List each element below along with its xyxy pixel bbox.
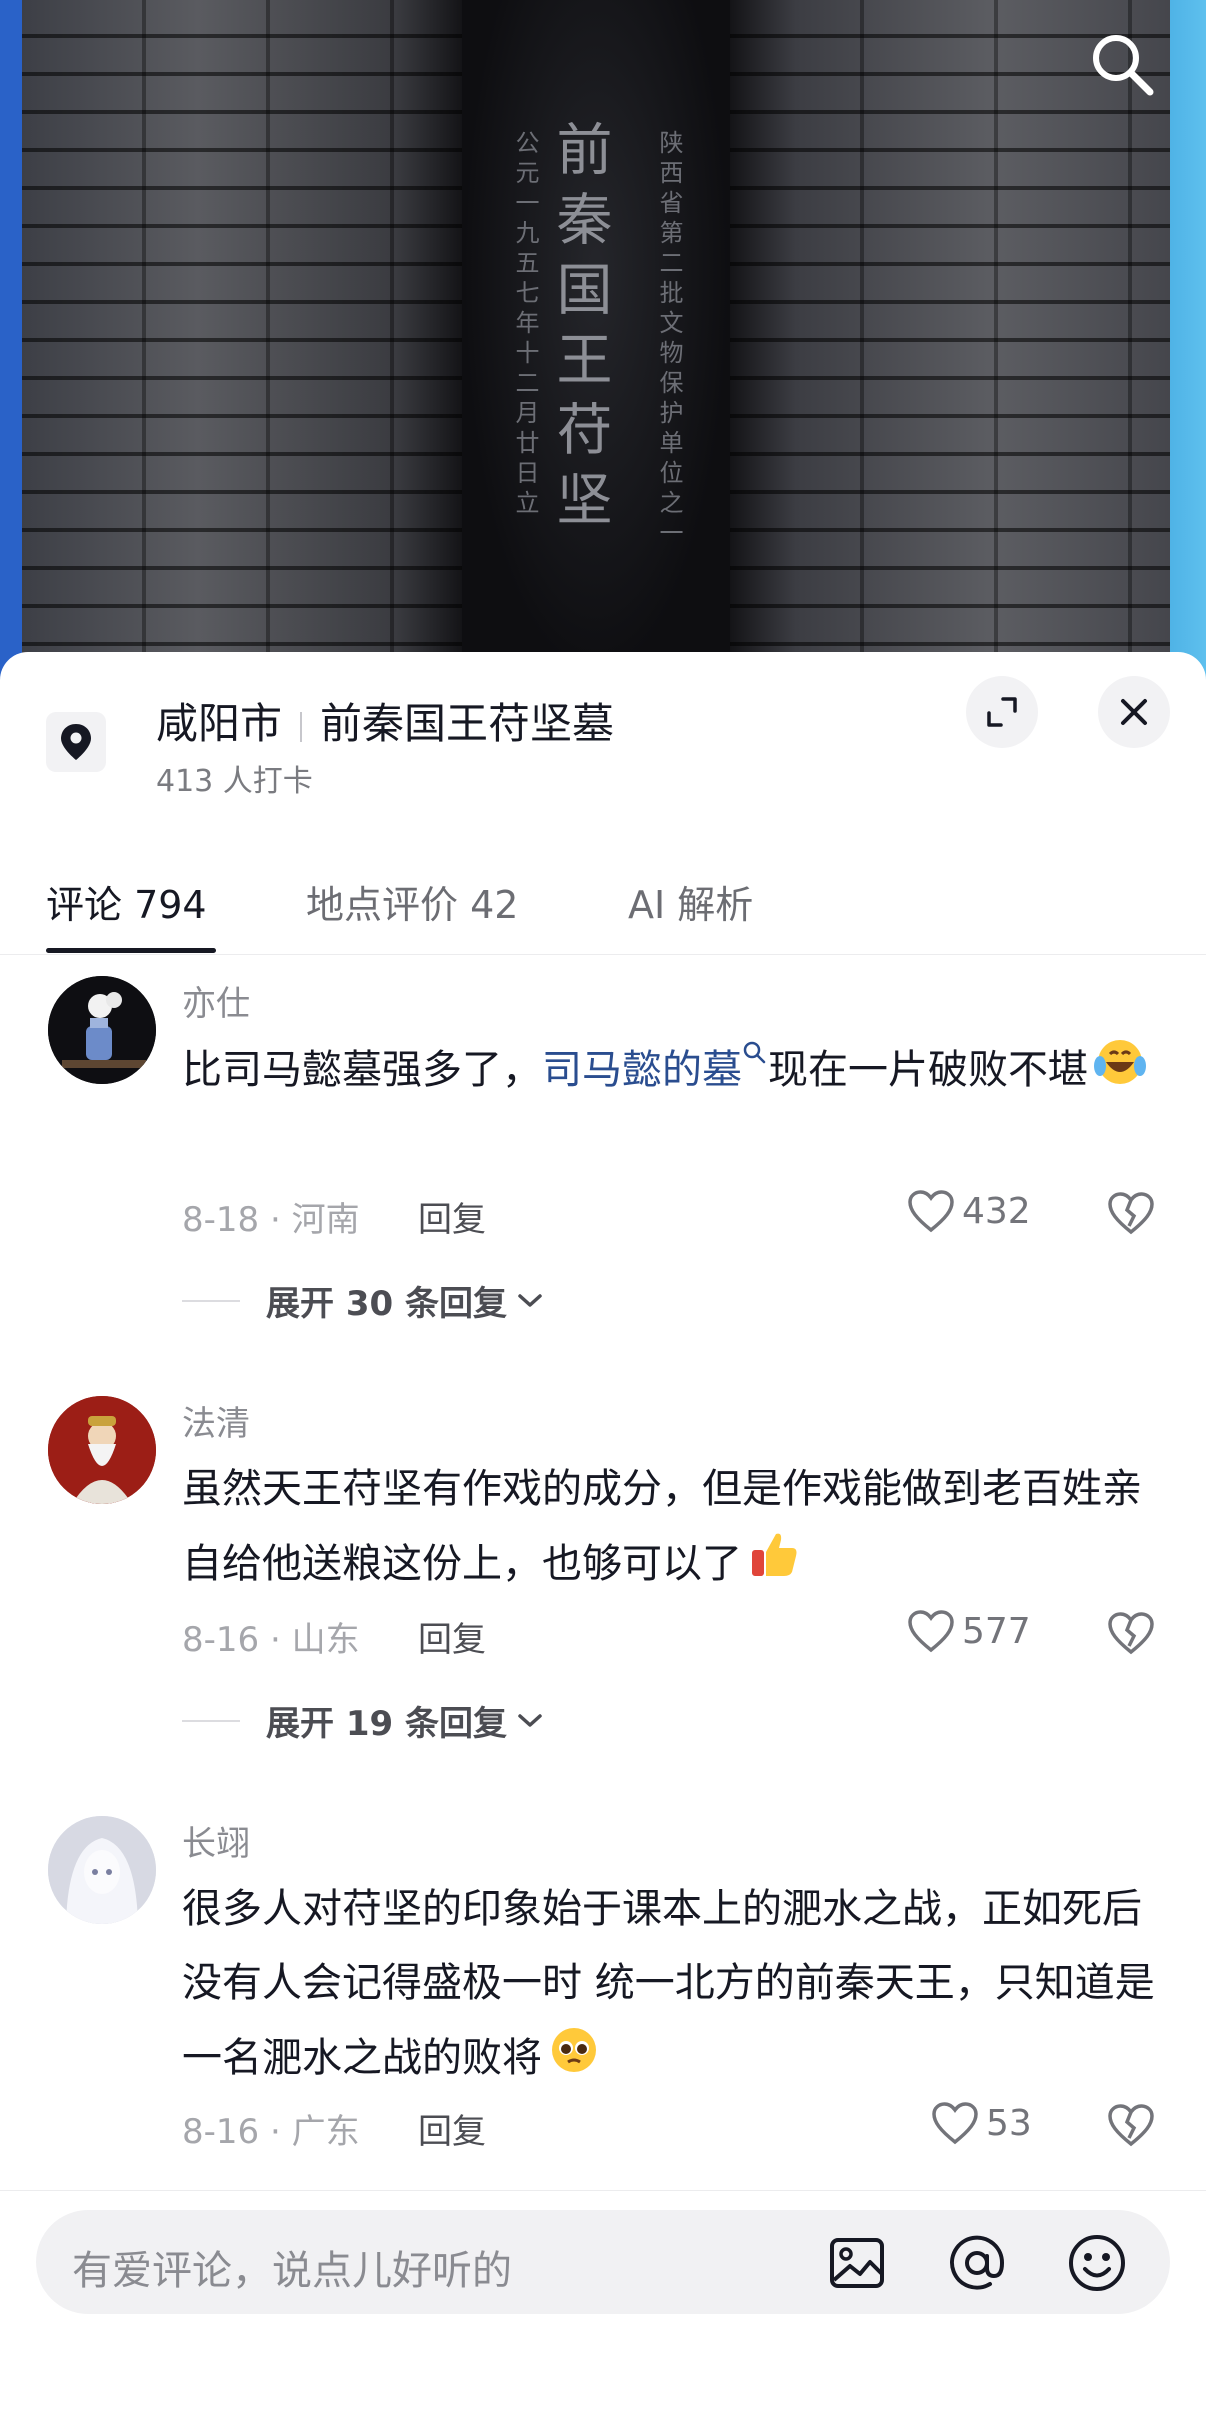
tab-ai-analysis[interactable]: AI 解析 [628,874,753,929]
tab-place-reviews[interactable]: 地点评价 42 [306,874,518,929]
expand-button[interactable] [966,676,1038,748]
dislike-button[interactable] [1106,1610,1156,1660]
broken-heart-icon [1108,2104,1154,2147]
checkin-count: 413 人打卡 [156,764,313,799]
like-button[interactable]: 432 [906,1188,1031,1234]
dislike-button[interactable] [1106,1190,1156,1240]
dislike-button[interactable] [1106,2102,1156,2152]
avatar[interactable] [48,976,156,1084]
stele-side-inscription-right: 陕西省第二批文物保护单位之一 [655,130,683,550]
comment-username[interactable]: 长翊 [182,1816,250,1865]
image-icon[interactable] [826,2232,888,2294]
comment-text: 比司马懿墓强多了，司马懿的墓 现在一片破败不堪 [182,1032,1162,1112]
reply-button[interactable]: 回复 [418,1192,486,1241]
comment-username[interactable]: 亦仕 [182,976,250,1025]
avatar[interactable] [48,1816,156,1924]
expand-replies[interactable]: 展开 30 条回复 [182,1276,545,1325]
expand-divider [182,1719,240,1722]
stele-side-inscription-left: 公元一九五七年十二月廿日立 [511,130,539,520]
mention-icon[interactable] [946,2232,1008,2294]
like-count: 432 [962,1190,1031,1232]
broken-heart-icon [1108,1192,1154,1235]
location-photo: 前秦国王苻坚 陕西省第二批文物保护单位之一 公元一九五七年十二月廿日立 [0,0,1206,680]
chevron-down-icon [518,1713,542,1727]
search-icon [743,1041,766,1064]
reply-button[interactable]: 回复 [418,1612,486,1661]
comment-text: 虽然天王苻坚有作戏的成分，但是作戏能做到老百姓亲自给他送粮这份上，也够可以了 [182,1452,1162,1606]
title-divider [300,711,303,742]
laughing-crying-emoji [1092,1032,1148,1112]
comment-username[interactable]: 法清 [182,1396,250,1445]
comment-date-region: 8-18 · 河南 [182,1200,360,1240]
expand-divider [182,1299,240,1302]
like-button[interactable]: 53 [930,2100,1032,2146]
close-button[interactable] [1098,676,1170,748]
expand-replies-label: 展开 30 条回复 [266,1284,507,1324]
chevron-down-icon [518,1293,542,1307]
tab-comments[interactable]: 评论 794 [46,874,207,929]
location-name: 前秦国王苻坚墓 [320,699,615,748]
heart-icon [908,1190,954,1233]
expand-replies[interactable]: 展开 19 条回复 [182,1696,545,1745]
search-link[interactable]: 司马懿的墓 [542,1041,768,1093]
comment-text: 很多人对苻坚的印象始于课本上的淝水之战，正如死后没有人会记得盛极一时 统一北方的… [182,1872,1162,2100]
location-pin-icon [46,712,106,772]
emoji-icon[interactable] [1066,2232,1128,2294]
broken-heart-icon [1108,1612,1154,1655]
heart-icon [932,2102,978,2145]
expand-replies-label: 展开 19 条回复 [266,1704,507,1744]
thumbs-up-emoji [746,1526,802,1606]
avatar[interactable] [48,1396,156,1504]
brick-pillar-right [730,0,1170,680]
expand-icon [987,697,1017,727]
close-icon [1121,699,1147,725]
heart-icon [908,1610,954,1653]
pleading-face-emoji [546,2020,602,2100]
stele-inscription: 前秦国王苻坚 [547,120,612,540]
comment-date-region: 8-16 · 广东 [182,2112,360,2152]
location-title[interactable]: 咸阳市 前秦国王苻坚墓 [156,690,614,751]
tab-bar: 评论 794 地点评价 42 AI 解析 [0,858,1206,955]
brick-pillar-left [22,0,462,680]
location-city: 咸阳市 [156,699,283,748]
active-tab-indicator [46,948,216,953]
reply-button[interactable]: 回复 [418,2104,486,2153]
like-count: 577 [962,1610,1031,1652]
comment-date-region: 8-16 · 山东 [182,1620,360,1660]
comment-input-placeholder: 有爱评论，说点儿好听的 [72,2248,512,2294]
input-divider [0,2190,1206,2191]
like-count: 53 [986,2102,1032,2144]
like-button[interactable]: 577 [906,1608,1031,1654]
search-icon[interactable] [1088,30,1158,100]
